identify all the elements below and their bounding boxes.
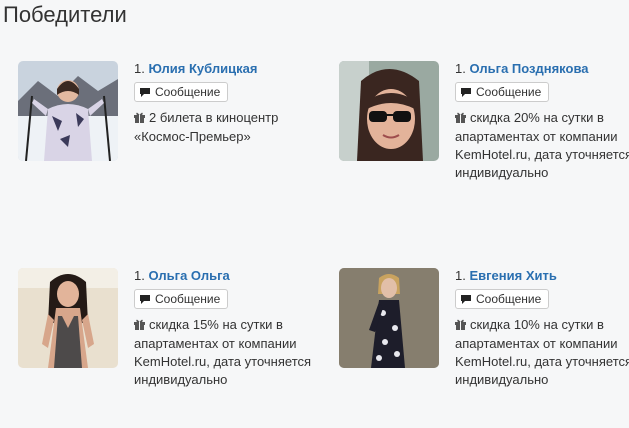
message-button-label: Сообщение <box>155 85 221 99</box>
winner-name-line: 1. Юлия Кублицкая <box>134 61 314 77</box>
prize-description: скидка 15% на сутки в апартаментах от ко… <box>134 316 314 389</box>
prize-description: скидка 10% на сутки в апартаментах от ко… <box>455 316 629 389</box>
winner-rank: 1. <box>134 268 145 283</box>
prize-description: 2 билета в киноцентр «Космос-Премьер» <box>134 109 314 146</box>
avatar[interactable] <box>18 61 118 161</box>
prize-text: скидка 15% на сутки в апартаментах от ко… <box>134 316 312 387</box>
gift-icon <box>134 110 145 128</box>
message-button[interactable]: Сообщение <box>455 289 550 309</box>
avatar[interactable] <box>18 268 118 368</box>
message-button-label: Сообщение <box>155 292 221 306</box>
message-button-label: Сообщение <box>476 85 542 99</box>
prize-text: скидка 20% на сутки в апартаментах от ко… <box>455 109 629 180</box>
avatar[interactable] <box>339 61 439 161</box>
winner-name-line: 1. Ольга Позднякова <box>455 61 629 77</box>
prize-text: скидка 10% на сутки в апартаментах от ко… <box>455 316 629 387</box>
winner-card: 1. Ольга Позднякова Сообщение скидка 20%… <box>339 61 629 221</box>
prize-description: скидка 20% на сутки в апартаментах от ко… <box>455 109 629 182</box>
message-button[interactable]: Сообщение <box>134 289 229 309</box>
message-button[interactable]: Сообщение <box>455 82 550 102</box>
speech-bubble-icon <box>139 294 151 305</box>
speech-bubble-icon <box>460 294 472 305</box>
avatar[interactable] <box>339 268 439 368</box>
winner-name-link[interactable]: Ольга Ольга <box>148 268 229 283</box>
speech-bubble-icon <box>460 87 472 98</box>
message-button[interactable]: Сообщение <box>134 82 229 102</box>
winner-name-link[interactable]: Евгения Хить <box>469 268 556 283</box>
winner-name-link[interactable]: Юлия Кублицкая <box>148 61 257 76</box>
winner-card: 1. Юлия Кублицкая Сообщение 2 билета в к… <box>18 61 318 221</box>
gift-icon <box>134 317 145 335</box>
winner-card: 1. Евгения Хить Сообщение скидка 10% на … <box>339 268 629 428</box>
winner-rank: 1. <box>134 61 145 76</box>
winner-name-link[interactable]: Ольга Позднякова <box>469 61 588 76</box>
winner-rank: 1. <box>455 61 466 76</box>
winner-name-line: 1. Ольга Ольга <box>134 268 314 284</box>
gift-icon <box>455 317 466 335</box>
prize-text: 2 билета в киноцентр «Космос-Премьер» <box>134 109 279 144</box>
page-title: Победители <box>3 2 127 27</box>
winner-rank: 1. <box>455 268 466 283</box>
winner-name-line: 1. Евгения Хить <box>455 268 629 284</box>
message-button-label: Сообщение <box>476 292 542 306</box>
speech-bubble-icon <box>139 87 151 98</box>
gift-icon <box>455 110 466 128</box>
winner-card: 1. Ольга Ольга Сообщение скидка 15% на с… <box>18 268 318 428</box>
